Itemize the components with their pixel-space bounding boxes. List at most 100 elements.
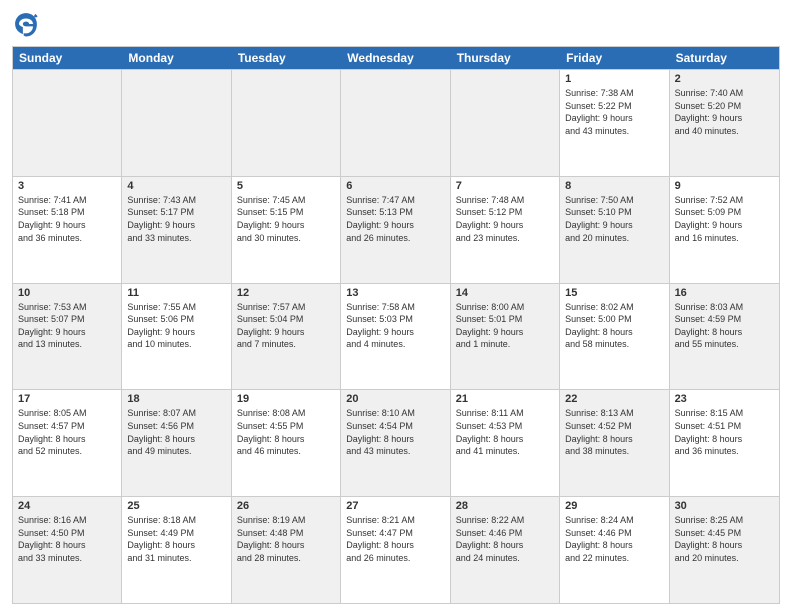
calendar-cell: 28Sunrise: 8:22 AM Sunset: 4:46 PM Dayli…: [451, 497, 560, 603]
calendar-cell: 25 Sunrise: 8:18 AM Sunset: 4:49 PM Dayli…: [122, 497, 231, 603]
calendar-cell: 20 Sunrise: 8:10 AM Sunset: 4:54 PM Dayli…: [341, 390, 450, 496]
day-info: Sunrise: 7:40 AM Sunset: 5:20 PM Dayligh…: [675, 87, 774, 137]
calendar-cell: 21Sunrise: 8:11 AM Sunset: 4:53 PM Dayli…: [451, 390, 560, 496]
weekday-header: Saturday: [670, 47, 779, 69]
calendar-cell: 13Sunrise: 7:58 AM Sunset: 5:03 PM Dayli…: [341, 284, 450, 390]
day-number: 23: [675, 393, 774, 405]
calendar-cell: 26 Sunrise: 8:19 AM Sunset: 4:48 PM Dayli…: [232, 497, 341, 603]
day-number: 3: [18, 180, 116, 192]
calendar-week: 24 Sunrise: 8:16 AM Sunset: 4:50 PM Dayli…: [13, 496, 779, 603]
weekday-header: Monday: [122, 47, 231, 69]
calendar-cell: [13, 70, 122, 176]
weekday-header: Wednesday: [341, 47, 450, 69]
day-number: 29: [565, 500, 663, 512]
page: SundayMondayTuesdayWednesdayThursdayFrid…: [0, 0, 792, 612]
calendar-cell: 18 Sunrise: 8:07 AM Sunset: 4:56 PM Dayli…: [122, 390, 231, 496]
calendar-cell: 30Sunrise: 8:25 AM Sunset: 4:45 PM Dayli…: [670, 497, 779, 603]
calendar-cell: 15Sunrise: 8:02 AM Sunset: 5:00 PM Dayli…: [560, 284, 669, 390]
day-info: Sunrise: 8:25 AM Sunset: 4:45 PM Dayligh…: [675, 514, 774, 564]
calendar-week: 17 Sunrise: 8:05 AM Sunset: 4:57 PM Dayli…: [13, 389, 779, 496]
day-info: Sunrise: 7:57 AM Sunset: 5:04 PM Dayligh…: [237, 301, 335, 351]
day-number: 19: [237, 393, 335, 405]
day-info: Sunrise: 8:13 AM Sunset: 4:52 PM Dayligh…: [565, 407, 663, 457]
calendar: SundayMondayTuesdayWednesdayThursdayFrid…: [12, 46, 780, 604]
logo: [12, 10, 44, 38]
calendar-cell: 10 Sunrise: 7:53 AM Sunset: 5:07 PM Dayli…: [13, 284, 122, 390]
day-info: Sunrise: 7:47 AM Sunset: 5:13 PM Dayligh…: [346, 194, 444, 244]
day-number: 14: [456, 287, 554, 299]
calendar-cell: 22 Sunrise: 8:13 AM Sunset: 4:52 PM Dayli…: [560, 390, 669, 496]
day-info: Sunrise: 8:03 AM Sunset: 4:59 PM Dayligh…: [675, 301, 774, 351]
calendar-cell: 4 Sunrise: 7:43 AM Sunset: 5:17 PM Daylig…: [122, 177, 231, 283]
calendar-cell: 5 Sunrise: 7:45 AM Sunset: 5:15 PM Daylig…: [232, 177, 341, 283]
calendar-cell: 6 Sunrise: 7:47 AM Sunset: 5:13 PM Daylig…: [341, 177, 450, 283]
calendar-cell: 9 Sunrise: 7:52 AM Sunset: 5:09 PM Daylig…: [670, 177, 779, 283]
calendar-cell: 1 Sunrise: 7:38 AM Sunset: 5:22 PM Daylig…: [560, 70, 669, 176]
day-number: 26: [237, 500, 335, 512]
calendar-cell: 19 Sunrise: 8:08 AM Sunset: 4:55 PM Dayli…: [232, 390, 341, 496]
calendar-week: 1 Sunrise: 7:38 AM Sunset: 5:22 PM Daylig…: [13, 69, 779, 176]
day-info: Sunrise: 7:55 AM Sunset: 5:06 PM Dayligh…: [127, 301, 225, 351]
day-info: Sunrise: 7:50 AM Sunset: 5:10 PM Dayligh…: [565, 194, 663, 244]
day-number: 10: [18, 287, 116, 299]
day-info: Sunrise: 7:53 AM Sunset: 5:07 PM Dayligh…: [18, 301, 116, 351]
day-info: Sunrise: 7:52 AM Sunset: 5:09 PM Dayligh…: [675, 194, 774, 244]
day-number: 1: [565, 73, 663, 85]
weekday-header: Thursday: [451, 47, 560, 69]
calendar-cell: 7Sunrise: 7:48 AM Sunset: 5:12 PM Daylig…: [451, 177, 560, 283]
day-info: Sunrise: 7:45 AM Sunset: 5:15 PM Dayligh…: [237, 194, 335, 244]
day-info: Sunrise: 7:48 AM Sunset: 5:12 PM Dayligh…: [456, 194, 554, 244]
day-info: Sunrise: 8:19 AM Sunset: 4:48 PM Dayligh…: [237, 514, 335, 564]
day-info: Sunrise: 8:10 AM Sunset: 4:54 PM Dayligh…: [346, 407, 444, 457]
day-info: Sunrise: 8:18 AM Sunset: 4:49 PM Dayligh…: [127, 514, 225, 564]
day-number: 17: [18, 393, 116, 405]
weekday-header: Tuesday: [232, 47, 341, 69]
day-info: Sunrise: 8:05 AM Sunset: 4:57 PM Dayligh…: [18, 407, 116, 457]
day-info: Sunrise: 7:41 AM Sunset: 5:18 PM Dayligh…: [18, 194, 116, 244]
day-number: 12: [237, 287, 335, 299]
day-number: 5: [237, 180, 335, 192]
day-info: Sunrise: 8:08 AM Sunset: 4:55 PM Dayligh…: [237, 407, 335, 457]
day-info: Sunrise: 8:24 AM Sunset: 4:46 PM Dayligh…: [565, 514, 663, 564]
day-number: 24: [18, 500, 116, 512]
calendar-cell: 24 Sunrise: 8:16 AM Sunset: 4:50 PM Dayli…: [13, 497, 122, 603]
calendar-cell: 11Sunrise: 7:55 AM Sunset: 5:06 PM Dayli…: [122, 284, 231, 390]
calendar-cell: 12 Sunrise: 7:57 AM Sunset: 5:04 PM Dayli…: [232, 284, 341, 390]
weekday-header: Friday: [560, 47, 669, 69]
day-number: 8: [565, 180, 663, 192]
day-info: Sunrise: 8:15 AM Sunset: 4:51 PM Dayligh…: [675, 407, 774, 457]
day-number: 2: [675, 73, 774, 85]
calendar-cell: 8 Sunrise: 7:50 AM Sunset: 5:10 PM Daylig…: [560, 177, 669, 283]
calendar-cell: 2 Sunrise: 7:40 AM Sunset: 5:20 PM Daylig…: [670, 70, 779, 176]
day-number: 9: [675, 180, 774, 192]
calendar-cell: 27Sunrise: 8:21 AM Sunset: 4:47 PM Dayli…: [341, 497, 450, 603]
calendar-header: SundayMondayTuesdayWednesdayThursdayFrid…: [13, 47, 779, 69]
logo-icon: [12, 10, 40, 38]
day-number: 20: [346, 393, 444, 405]
calendar-body: 1 Sunrise: 7:38 AM Sunset: 5:22 PM Daylig…: [13, 69, 779, 603]
calendar-cell: 29 Sunrise: 8:24 AM Sunset: 4:46 PM Dayli…: [560, 497, 669, 603]
calendar-cell: [122, 70, 231, 176]
day-info: Sunrise: 8:00 AM Sunset: 5:01 PM Dayligh…: [456, 301, 554, 351]
calendar-cell: [232, 70, 341, 176]
day-number: 4: [127, 180, 225, 192]
calendar-cell: 16Sunrise: 8:03 AM Sunset: 4:59 PM Dayli…: [670, 284, 779, 390]
day-number: 15: [565, 287, 663, 299]
day-info: Sunrise: 7:38 AM Sunset: 5:22 PM Dayligh…: [565, 87, 663, 137]
day-number: 18: [127, 393, 225, 405]
calendar-cell: 3 Sunrise: 7:41 AM Sunset: 5:18 PM Daylig…: [13, 177, 122, 283]
day-number: 6: [346, 180, 444, 192]
day-info: Sunrise: 8:21 AM Sunset: 4:47 PM Dayligh…: [346, 514, 444, 564]
day-number: 25: [127, 500, 225, 512]
calendar-cell: 14 Sunrise: 8:00 AM Sunset: 5:01 PM Dayli…: [451, 284, 560, 390]
day-info: Sunrise: 8:11 AM Sunset: 4:53 PM Dayligh…: [456, 407, 554, 457]
calendar-week: 3 Sunrise: 7:41 AM Sunset: 5:18 PM Daylig…: [13, 176, 779, 283]
calendar-cell: 23 Sunrise: 8:15 AM Sunset: 4:51 PM Dayli…: [670, 390, 779, 496]
day-info: Sunrise: 7:43 AM Sunset: 5:17 PM Dayligh…: [127, 194, 225, 244]
day-number: 22: [565, 393, 663, 405]
day-info: Sunrise: 8:16 AM Sunset: 4:50 PM Dayligh…: [18, 514, 116, 564]
day-info: Sunrise: 7:58 AM Sunset: 5:03 PM Dayligh…: [346, 301, 444, 351]
calendar-cell: 17 Sunrise: 8:05 AM Sunset: 4:57 PM Dayli…: [13, 390, 122, 496]
day-info: Sunrise: 8:22 AM Sunset: 4:46 PM Dayligh…: [456, 514, 554, 564]
day-info: Sunrise: 8:07 AM Sunset: 4:56 PM Dayligh…: [127, 407, 225, 457]
